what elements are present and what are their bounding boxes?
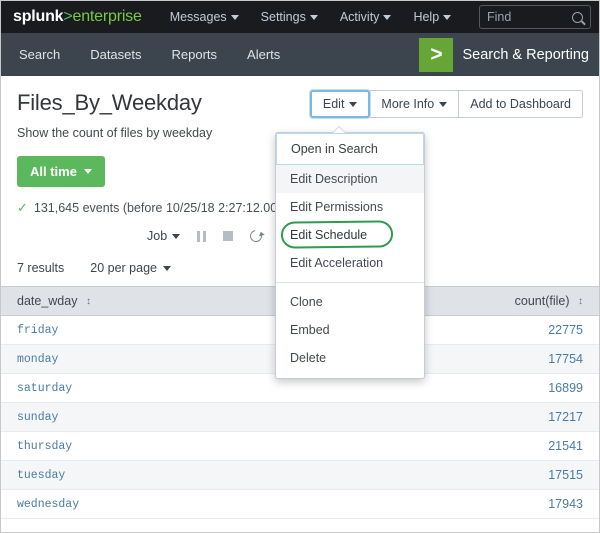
menu-item-edit-schedule-label: Edit Schedule [290,228,367,242]
splunk-app-window: splunk>enterprise Messages Settings Acti… [0,0,600,533]
app-chevron-icon: > [419,38,453,72]
search-icon [572,12,583,23]
cell-date-wday[interactable]: friday [1,316,300,345]
menu-item-delete[interactable]: Delete [276,344,424,372]
per-page-label: 20 per page [90,261,157,275]
app-navigation-bar: Search Datasets Reports Alerts > Search … [1,33,599,76]
cell-date-wday[interactable]: sunday [1,403,300,432]
pause-icon[interactable] [197,231,206,242]
menu-activity[interactable]: Activity [340,10,392,24]
menu-settings-label: Settings [261,10,306,24]
cell-date-wday[interactable]: thursday [1,432,300,461]
more-info-button-label: More Info [381,97,434,111]
chevron-down-icon [310,15,318,20]
table-row[interactable]: sunday 17217 [1,403,599,432]
sort-icon: ↕ [86,297,91,307]
per-page-selector[interactable]: 20 per page [90,261,171,275]
more-info-button[interactable]: More Info [369,90,459,118]
check-icon: ✓ [17,200,28,216]
results-count: 7 results [17,261,64,275]
add-to-dashboard-button[interactable]: Add to Dashboard [458,90,583,118]
event-count-text: 131,645 events (before 10/25/18 2:27:12.… [34,201,284,215]
tab-datasets[interactable]: Datasets [90,47,141,62]
find-placeholder: Find [487,10,511,24]
chevron-down-icon [163,266,171,271]
chevron-down-icon [231,15,239,20]
refresh-icon[interactable] [248,228,265,245]
column-header-count-file-label: count(file) [515,294,570,308]
app-title: Search & Reporting [462,47,589,63]
menu-item-edit-schedule[interactable]: Edit Schedule [276,221,424,249]
tab-reports[interactable]: Reports [172,47,218,62]
cell-count[interactable]: 17515 [300,461,599,490]
sort-icon: ↕ [578,297,583,307]
menu-item-edit-acceleration[interactable]: Edit Acceleration [276,249,424,277]
table-row[interactable]: tuesday 17515 [1,461,599,490]
chevron-down-icon [172,234,180,239]
cell-date-wday[interactable]: wednesday [1,490,300,519]
menu-messages[interactable]: Messages [170,10,239,24]
menu-item-embed[interactable]: Embed [276,316,424,344]
cell-date-wday[interactable]: tuesday [1,461,300,490]
menu-item-clone[interactable]: Clone [276,288,424,316]
menu-activity-label: Activity [340,10,380,24]
table-row[interactable]: thursday 21541 [1,432,599,461]
report-action-buttons: Edit More Info Add to Dashboard [310,90,583,118]
edit-button[interactable]: Edit [310,90,371,118]
logo-product: enterprise [73,8,142,25]
stop-icon[interactable] [223,231,233,241]
edit-button-label: Edit [323,97,345,111]
chevron-down-icon [443,15,451,20]
chevron-down-icon [439,102,447,107]
menu-item-open-in-search[interactable]: Open in Search [276,133,424,165]
menu-messages-label: Messages [170,10,227,24]
table-row[interactable]: wednesday 17943 [1,490,599,519]
menu-divider [276,282,424,283]
find-search-input[interactable]: Find [479,5,591,29]
cell-count[interactable]: 21541 [300,432,599,461]
chevron-down-icon [84,169,92,174]
time-range-picker[interactable]: All time [17,156,105,187]
menu-help[interactable]: Help [413,10,451,24]
job-menu-label: Job [147,229,167,243]
time-range-label: All time [30,164,77,179]
logo-gt-icon: > [63,8,72,25]
tab-alerts[interactable]: Alerts [247,47,280,62]
add-to-dashboard-label: Add to Dashboard [470,97,571,111]
menu-settings[interactable]: Settings [261,10,318,24]
cell-date-wday[interactable]: monday [1,345,300,374]
cell-count[interactable]: 17217 [300,403,599,432]
chevron-down-icon [349,102,357,107]
menu-item-edit-permissions[interactable]: Edit Permissions [276,193,424,221]
splunk-logo[interactable]: splunk>enterprise [13,8,142,26]
chevron-down-icon [383,15,391,20]
top-navigation-bar: splunk>enterprise Messages Settings Acti… [1,1,599,33]
logo-brand: splunk [13,8,63,25]
tab-search[interactable]: Search [19,47,60,62]
menu-help-label: Help [413,10,439,24]
top-menu: Messages Settings Activity Help [170,10,451,24]
current-app-badge[interactable]: > Search & Reporting [419,33,599,76]
menu-item-edit-description[interactable]: Edit Description [276,165,424,193]
cell-count[interactable]: 17943 [300,490,599,519]
edit-dropdown-menu: Open in Search Edit Description Edit Per… [275,132,425,379]
cell-date-wday[interactable]: saturday [1,374,300,403]
column-header-date-wday[interactable]: date_wday ↕ [1,287,300,316]
job-menu-button[interactable]: Job [147,229,180,243]
column-header-date-wday-label: date_wday [17,294,77,308]
